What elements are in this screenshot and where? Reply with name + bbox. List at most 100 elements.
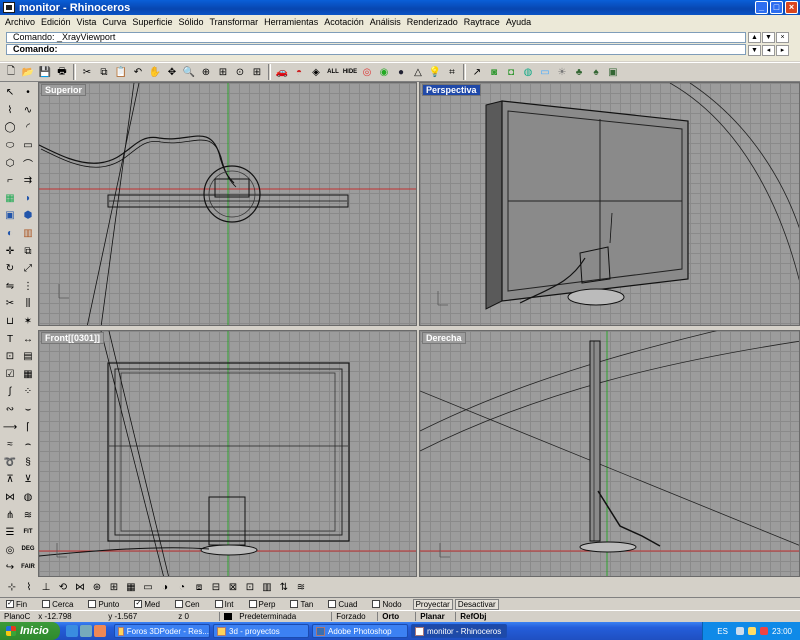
- cplane-icon[interactable]: ◈: [308, 64, 324, 80]
- edge-icon[interactable]: ⌇: [21, 579, 37, 595]
- silhouette-icon[interactable]: ◍: [19, 489, 37, 507]
- security-tray-icon[interactable]: [759, 627, 768, 635]
- menu-ayuda[interactable]: Ayuda: [503, 17, 534, 27]
- osnap-fin-checkbox[interactable]: ✓: [6, 600, 14, 608]
- pull-icon[interactable]: ⊻: [19, 471, 37, 489]
- cmd-menu-button[interactable]: ▼: [762, 32, 775, 43]
- menu-vista[interactable]: Vista: [74, 17, 100, 27]
- four-viewports-icon[interactable]: ⊞: [249, 64, 265, 80]
- osnap-cuad[interactable]: Cuad: [322, 600, 357, 609]
- untrim-icon[interactable]: ⊠: [225, 579, 241, 595]
- blend-icon[interactable]: ◑: [157, 579, 173, 595]
- print-icon[interactable]: 🖶: [54, 64, 70, 80]
- grass-icon[interactable]: ♠: [588, 64, 604, 80]
- save-icon[interactable]: 💾: [37, 64, 53, 80]
- osnap-cerca[interactable]: Cerca: [36, 600, 73, 609]
- zoom-extents-icon[interactable]: ⊞: [215, 64, 231, 80]
- viewport-top-label[interactable]: Superior: [41, 84, 87, 96]
- offset-srf-icon[interactable]: ⧈: [191, 579, 207, 595]
- trim-icon[interactable]: ✂: [1, 295, 19, 313]
- sweep-icon[interactable]: ⟲: [55, 579, 71, 595]
- extrude-icon[interactable]: ⊥: [38, 579, 54, 595]
- free-curve-icon[interactable]: ⌒: [19, 154, 37, 172]
- osnap-nodo[interactable]: Nodo: [366, 600, 402, 609]
- osnap-perp-checkbox[interactable]: [248, 600, 257, 608]
- osnap-tan[interactable]: Tan: [284, 600, 313, 609]
- cmd-next-button[interactable]: ▸: [776, 44, 789, 56]
- zoom-window-icon[interactable]: ⊕: [198, 64, 214, 80]
- box-solid-icon[interactable]: ▣: [1, 207, 19, 225]
- osnap-project-button[interactable]: Proyectar: [412, 598, 453, 610]
- fillet-icon[interactable]: ⌐: [1, 172, 19, 190]
- planar-icon[interactable]: ▭: [140, 579, 156, 595]
- osnap-med[interactable]: ✓ Med: [128, 600, 160, 609]
- isocurve-icon[interactable]: ⋈: [1, 489, 19, 507]
- polyline-icon[interactable]: ⌇: [1, 102, 19, 120]
- start-button[interactable]: Inicio: [0, 622, 60, 640]
- extend-icon[interactable]: ⟶: [1, 418, 19, 436]
- maximize-button[interactable]: □: [770, 1, 783, 14]
- sun-icon[interactable]: ☀: [554, 64, 570, 80]
- light-bulb-icon[interactable]: 💡: [427, 64, 443, 80]
- ellipse-icon[interactable]: ⬭: [1, 137, 19, 155]
- revolve-icon[interactable]: ⊛: [89, 579, 105, 595]
- taskbar-item-rhinoceros[interactable]: monitor - Rhinoceros: [411, 624, 507, 638]
- zoom-dynamic-icon[interactable]: 🔍: [181, 64, 197, 80]
- car-render-icon[interactable]: 🚗: [274, 64, 290, 80]
- help-icon[interactable]: ↗: [469, 64, 485, 80]
- menu-analisis[interactable]: Análisis: [367, 17, 404, 27]
- dimension-icon[interactable]: ⌗: [444, 64, 460, 80]
- menu-renderizado[interactable]: Renderizado: [404, 17, 461, 27]
- rebuild-srf-icon[interactable]: ▥: [259, 579, 275, 595]
- scroll-up-button[interactable]: ▲: [748, 32, 761, 43]
- chamfer-icon[interactable]: ⌈: [19, 418, 37, 436]
- flip-icon[interactable]: ⇅: [276, 579, 292, 595]
- menu-solido[interactable]: Sólido: [175, 17, 206, 27]
- pointer-curve-icon[interactable]: ↪: [1, 559, 19, 577]
- grid-tool-icon[interactable]: ▦: [19, 366, 37, 384]
- status-orto-button[interactable]: Orto: [377, 611, 415, 621]
- osnap-med-checkbox[interactable]: ✓: [134, 600, 143, 608]
- loft-icon[interactable]: ◗: [19, 190, 37, 208]
- rebuild-icon[interactable]: ∾: [1, 401, 19, 419]
- rectangle-icon[interactable]: ▭: [19, 137, 37, 155]
- language-indicator[interactable]: ES: [717, 627, 728, 636]
- match-icon[interactable]: ≈: [1, 436, 19, 454]
- select-arrow-icon[interactable]: ↖: [1, 84, 19, 102]
- group-icon[interactable]: ⊡: [1, 348, 19, 366]
- layer-palette-icon[interactable]: ◉: [376, 64, 392, 80]
- boolean-icon[interactable]: ◐: [1, 225, 19, 243]
- checkbox-tool-icon[interactable]: ☑: [1, 366, 19, 384]
- osnap-cerca-checkbox[interactable]: [42, 600, 51, 608]
- network-icon[interactable]: ⊞: [106, 579, 122, 595]
- environment-icon[interactable]: ◘: [503, 64, 519, 80]
- cmd-close-button[interactable]: ×: [776, 32, 789, 43]
- menu-archivo[interactable]: Archivo: [2, 17, 38, 27]
- patch-icon[interactable]: ▦: [123, 579, 139, 595]
- osnap-cen[interactable]: Cen: [169, 600, 200, 609]
- rotate-icon[interactable]: ↻: [1, 260, 19, 278]
- taskbar-item-foros[interactable]: Foros 3DPoder - Res...: [114, 624, 210, 638]
- explode-icon[interactable]: ✶: [19, 313, 37, 331]
- blend-curve-icon[interactable]: ⌣: [19, 401, 37, 419]
- cmd-prev-button[interactable]: ◂: [762, 44, 775, 56]
- viewport-right-label[interactable]: Derecha: [422, 332, 466, 344]
- shrink-icon[interactable]: ⊡: [242, 579, 258, 595]
- fair-button[interactable]: FAIR: [19, 559, 37, 577]
- status-forzado-button[interactable]: Forzado: [331, 611, 377, 621]
- ground-plane-icon[interactable]: ◍: [520, 64, 536, 80]
- surface-patch-icon[interactable]: ▦: [1, 190, 19, 208]
- curve-icon[interactable]: ∿: [19, 102, 37, 120]
- scale-icon[interactable]: ⤢: [19, 260, 37, 278]
- osnap-tan-checkbox[interactable]: [290, 600, 299, 608]
- lights-icon[interactable]: △: [410, 64, 426, 80]
- undo-icon[interactable]: ↶: [130, 64, 146, 80]
- network-tray-icon[interactable]: [735, 627, 744, 635]
- viewport-right[interactable]: Derecha: [419, 330, 800, 577]
- osnap-perp[interactable]: Perp: [243, 600, 275, 609]
- close-button[interactable]: ×: [785, 1, 798, 14]
- osnap-disable-button[interactable]: Desactivar: [454, 598, 499, 610]
- viewport-front[interactable]: Front[[0301]]: [38, 330, 417, 577]
- ie-icon[interactable]: [66, 625, 78, 637]
- menu-curva[interactable]: Curva: [99, 17, 129, 27]
